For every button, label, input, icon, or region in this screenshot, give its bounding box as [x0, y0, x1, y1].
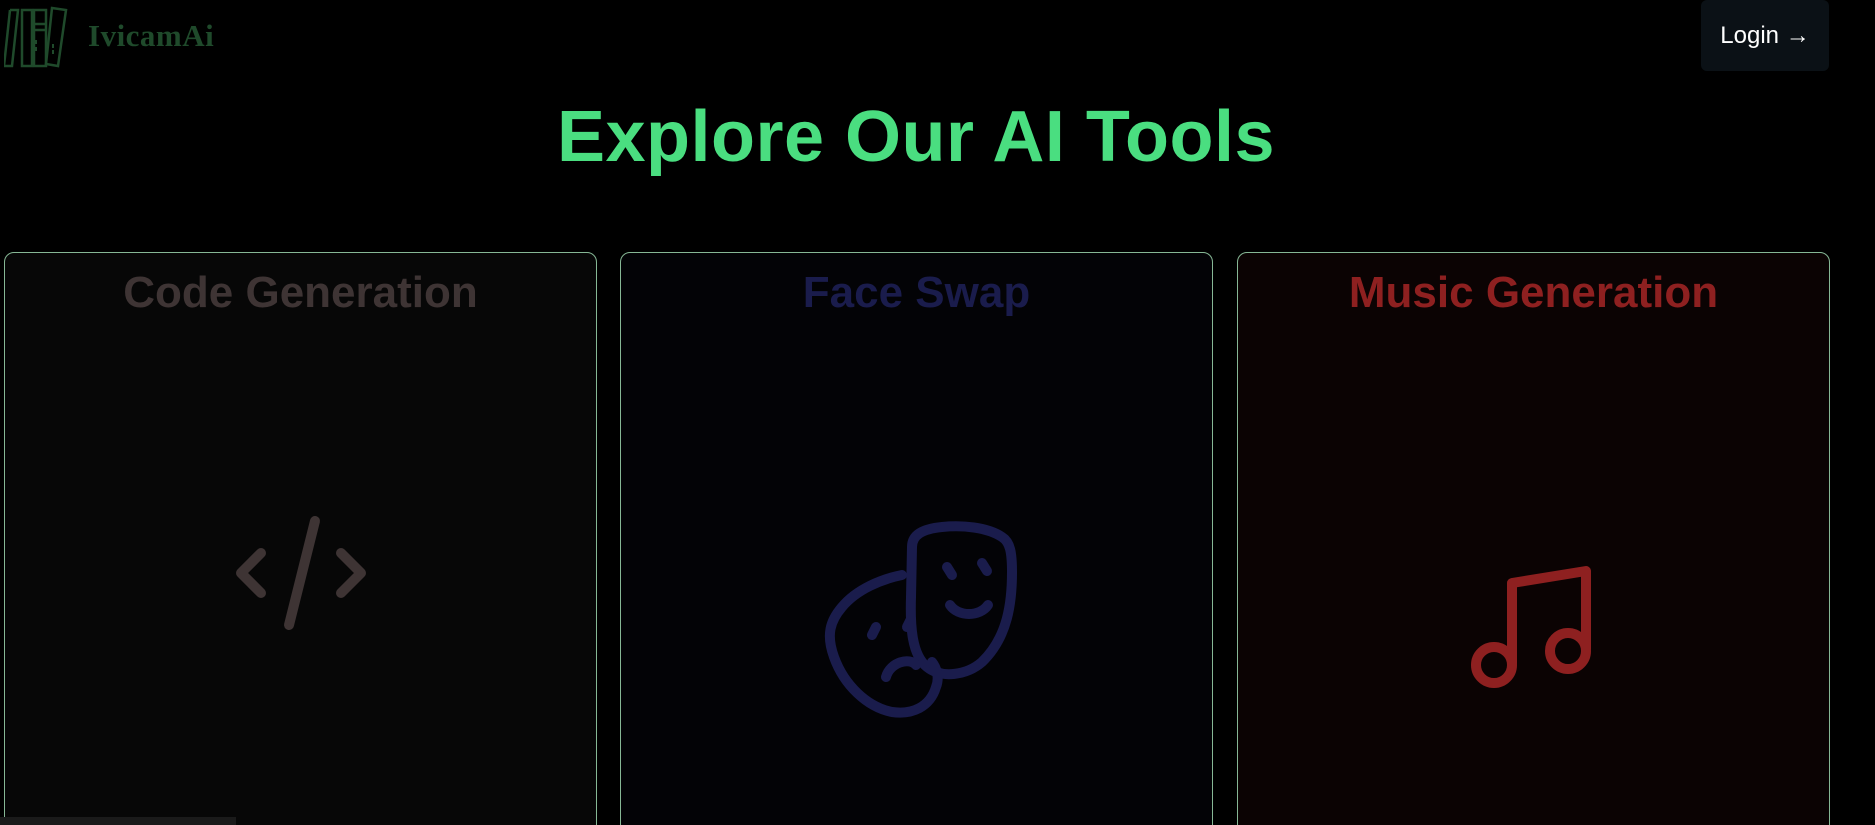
page: IvicamAi Login → Explore Our AI Tools Co… — [0, 0, 1875, 825]
bottom-scroll-strip — [0, 817, 236, 825]
theater-masks-icon — [824, 521, 1017, 718]
music-note-icon — [1470, 566, 1591, 688]
books-logo-icon — [4, 6, 68, 68]
code-icon — [235, 516, 366, 630]
card-title: Code Generation — [123, 268, 478, 317]
card-title: Music Generation — [1348, 268, 1719, 317]
card-code-generation[interactable]: Code Generation — [4, 252, 597, 825]
card-music-generation[interactable]: Music Generation — [1237, 252, 1830, 825]
card-icon-wrapper — [621, 517, 1212, 727]
logo-text: IvicamAi — [88, 18, 215, 53]
card-title: Face Swap — [802, 268, 1031, 317]
card-icon-wrapper — [5, 513, 596, 633]
card-icon-wrapper — [1238, 563, 1829, 693]
page-title: Explore Our AI Tools — [556, 97, 1276, 177]
login-button[interactable]: Login → — [1701, 0, 1829, 71]
logo[interactable]: IvicamAi — [4, 4, 214, 68]
card-face-swap[interactable]: Face Swap — [620, 252, 1213, 825]
